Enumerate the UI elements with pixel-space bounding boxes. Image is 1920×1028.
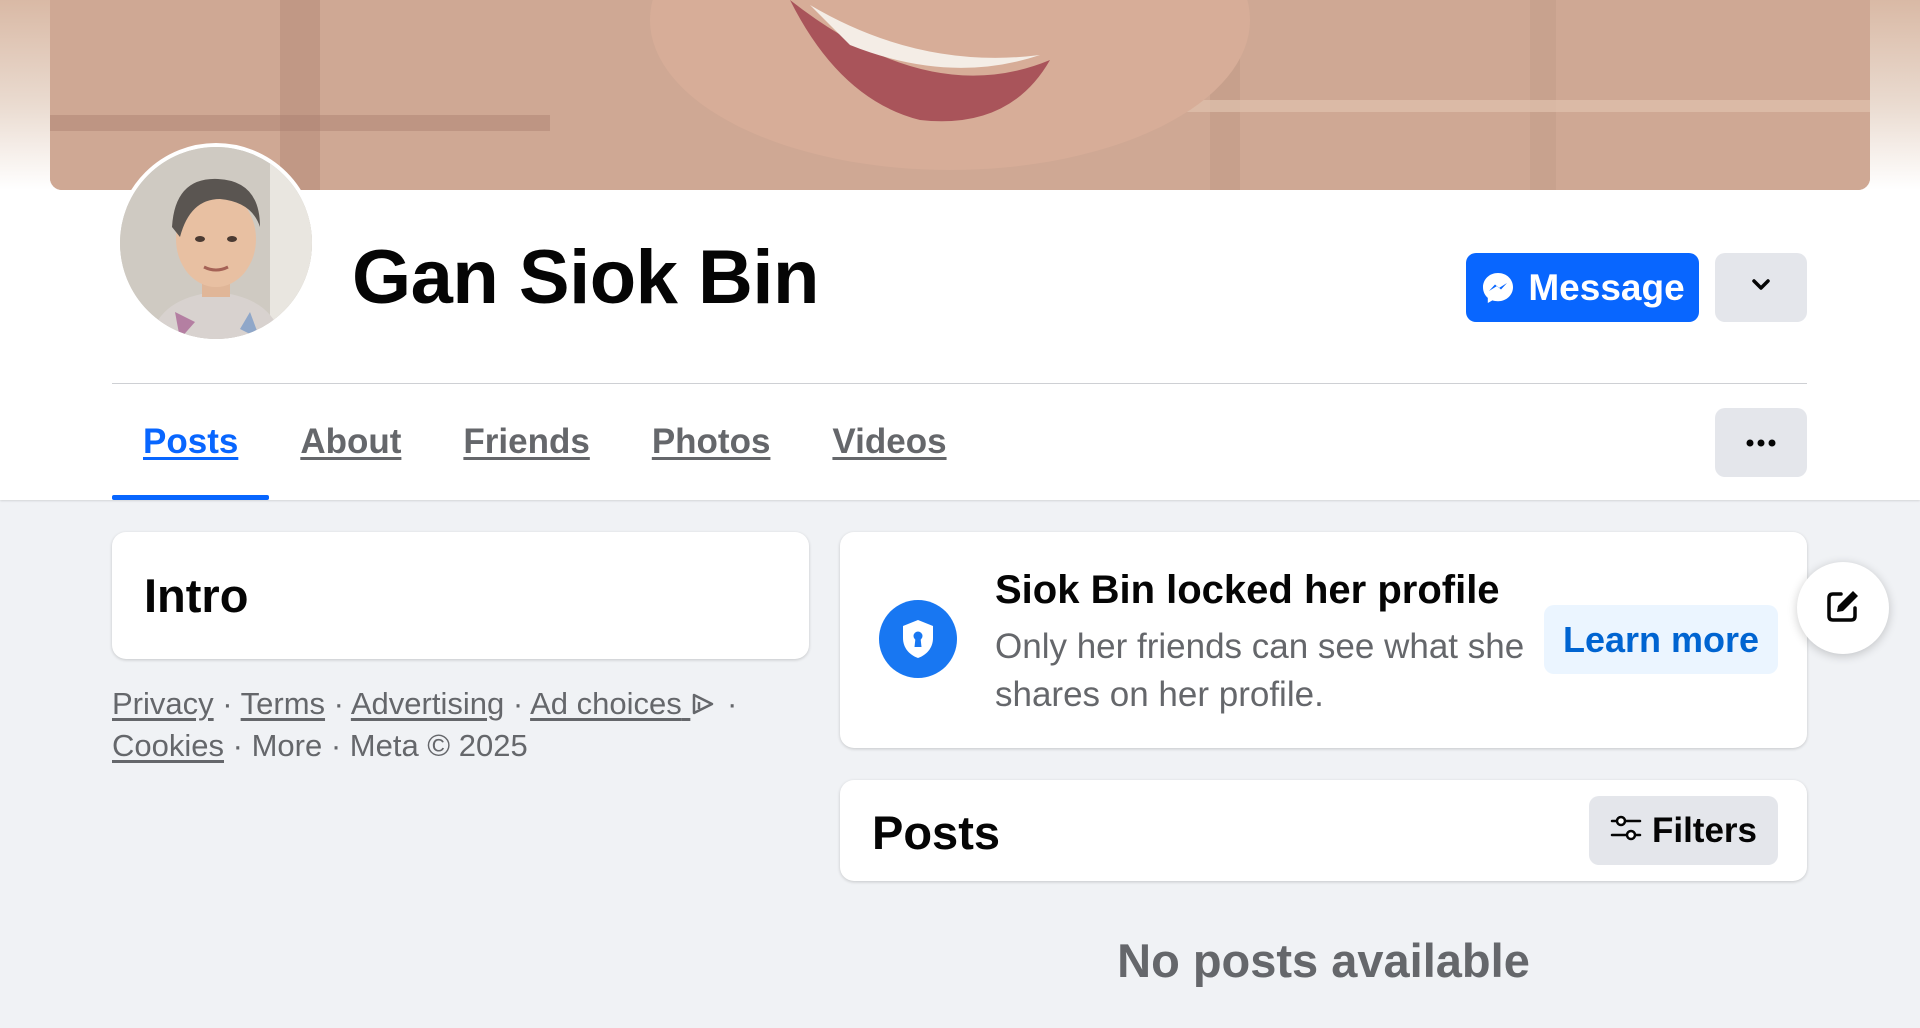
cover-photo[interactable]: [50, 0, 1870, 190]
no-posts-message: No posts available: [1117, 934, 1530, 987]
edit-icon: [1823, 586, 1863, 631]
footer-separator: ·: [718, 686, 738, 721]
posts-title: Posts: [872, 806, 1000, 859]
filters-button[interactable]: Filters: [1589, 796, 1778, 865]
footer-separator: ·: [322, 727, 350, 763]
profile-tabs: Posts About Friends Photos Videos: [112, 384, 978, 500]
locked-profile-title: Siok Bin locked her profile: [995, 568, 1500, 612]
profile-header: Gan Siok Bin Message Posts About Friends…: [0, 0, 1920, 500]
profile-dropdown-button[interactable]: [1715, 253, 1807, 322]
ad-choices-label: Ad choices: [530, 686, 682, 721]
ad-choices-icon: [690, 686, 716, 726]
ad-choices-link[interactable]: Ad choices: [530, 686, 718, 721]
shield-lock-icon: [879, 600, 957, 678]
tab-about[interactable]: About: [269, 384, 432, 500]
filters-icon: [1610, 811, 1642, 851]
cookies-link[interactable]: Cookies: [112, 728, 224, 763]
message-button-label: Message: [1528, 266, 1685, 308]
footer-separator: ·: [224, 727, 252, 763]
more-options-button[interactable]: [1715, 408, 1807, 477]
terms-link[interactable]: Terms: [241, 686, 325, 721]
copyright-text: Meta © 2025: [349, 727, 528, 763]
tab-posts[interactable]: Posts: [112, 384, 270, 500]
learn-more-button[interactable]: Learn more: [1544, 605, 1778, 674]
profile-avatar[interactable]: [116, 143, 316, 343]
message-button[interactable]: Message: [1466, 253, 1699, 322]
chevron-down-icon: [1749, 277, 1773, 298]
locked-profile-description: Only her friends can see what she shares…: [995, 627, 1525, 714]
messenger-icon: [1480, 270, 1516, 306]
locked-profile-card: Siok Bin locked her profile Only her fri…: [840, 532, 1807, 748]
footer-separator: ·: [504, 686, 531, 721]
advertising-link[interactable]: Advertising: [351, 686, 504, 721]
tab-friends[interactable]: Friends: [432, 384, 620, 500]
privacy-link[interactable]: Privacy: [112, 686, 214, 721]
more-dots-icon: [1746, 434, 1776, 452]
more-link[interactable]: More: [252, 728, 323, 763]
profile-name: Gan Siok Bin: [352, 235, 819, 320]
tab-videos[interactable]: Videos: [801, 384, 977, 500]
tab-photos[interactable]: Photos: [621, 384, 802, 500]
intro-card: Intro: [112, 532, 809, 659]
footer-links: Privacy · Terms · Advertising · Ad choic…: [112, 684, 762, 766]
footer-separator: ·: [213, 686, 241, 721]
footer-separator: ·: [325, 686, 351, 721]
filters-label: Filters: [1651, 810, 1758, 850]
intro-title: Intro: [144, 569, 249, 622]
posts-header-card: Posts Filters: [840, 780, 1807, 881]
edit-floating-button[interactable]: [1797, 562, 1889, 654]
